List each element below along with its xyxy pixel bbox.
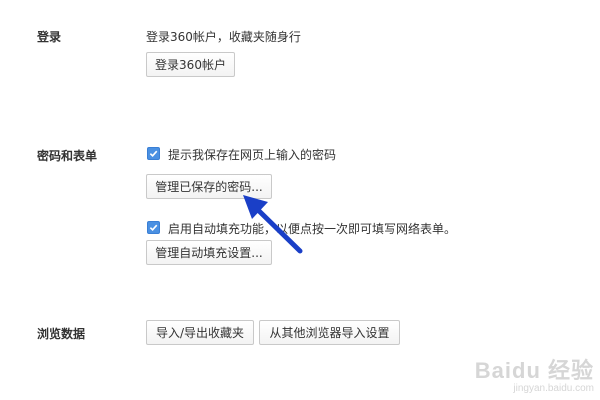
baidu-jingyan-watermark: Baidu 经验 jingyan.baidu.com	[475, 353, 594, 394]
watermark-brand: Baidu 经验	[474, 358, 594, 383]
annotation-arrow-icon	[243, 195, 303, 254]
